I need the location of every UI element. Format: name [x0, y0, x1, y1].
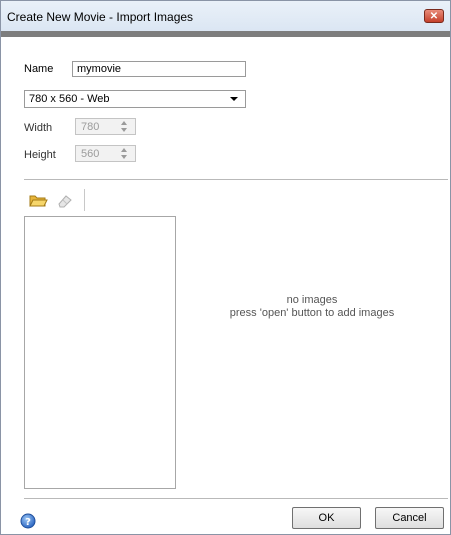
window-title: Create New Movie - Import Images — [7, 10, 194, 24]
eraser-icon[interactable] — [55, 189, 75, 211]
title-separator-bar — [1, 31, 450, 37]
folder-open-icon[interactable] — [28, 189, 48, 211]
height-label: Height — [24, 149, 56, 161]
form-divider — [24, 179, 448, 180]
ok-button[interactable]: OK — [292, 507, 361, 529]
cancel-button[interactable]: Cancel — [375, 507, 444, 529]
title-bar[interactable]: Create New Movie - Import Images ✕ — [1, 1, 450, 31]
dialog-window: Create New Movie - Import Images ✕ Name … — [0, 0, 451, 535]
name-label: Name — [24, 63, 54, 75]
width-value: 780 — [81, 121, 100, 133]
empty-state-message: no images press 'open' button to add ima… — [176, 294, 448, 320]
empty-state-line-2: press 'open' button to add images — [229, 307, 395, 319]
height-spinner[interactable]: 560 — [75, 145, 136, 162]
help-icon[interactable]: ? — [20, 513, 36, 529]
height-value: 560 — [81, 148, 100, 160]
name-input[interactable] — [72, 61, 246, 77]
footer-divider — [24, 498, 448, 499]
close-icon: ✕ — [429, 11, 439, 22]
size-preset-dropdown[interactable]: 780 x 560 - Web — [24, 90, 246, 108]
empty-state-line-1: no images — [286, 294, 338, 306]
spinner-arrows-icon[interactable] — [121, 121, 129, 132]
svg-text:?: ? — [25, 517, 31, 528]
spinner-arrows-icon[interactable] — [121, 148, 129, 159]
width-label: Width — [24, 122, 53, 134]
image-toolbar — [24, 189, 104, 213]
toolbar-divider — [84, 189, 85, 211]
chevron-down-icon — [230, 97, 238, 101]
size-preset-value: 780 x 560 - Web — [29, 93, 110, 105]
width-spinner[interactable]: 780 — [75, 118, 136, 135]
image-list[interactable] — [24, 216, 176, 489]
close-button[interactable]: ✕ — [424, 9, 444, 23]
